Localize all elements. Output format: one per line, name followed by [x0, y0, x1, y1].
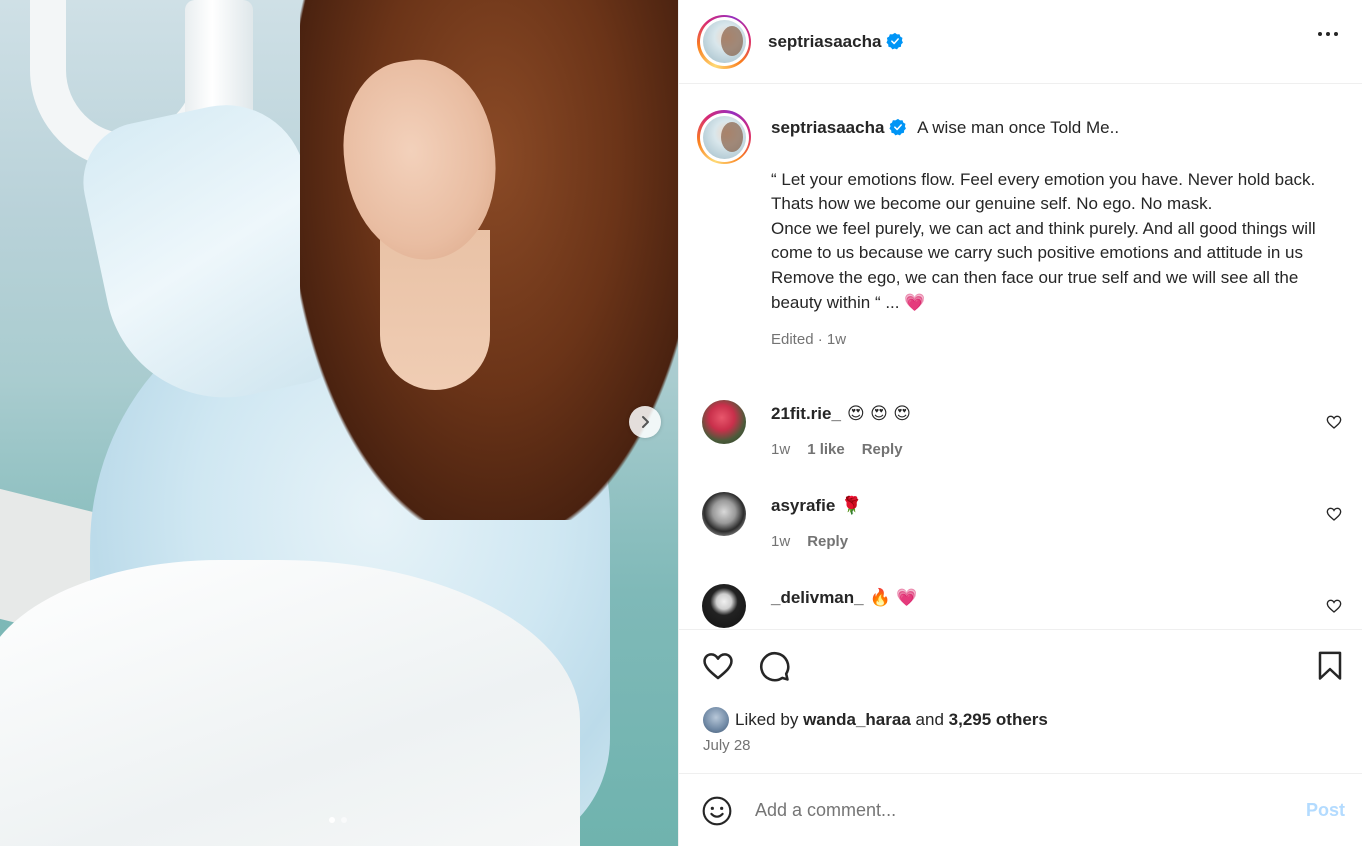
post-details-panel: septriasaacha septriasaacha A wise man o…	[678, 0, 1362, 846]
likes-others[interactable]: 3,295 others	[949, 710, 1048, 730]
comment-heart-icon[interactable]	[1326, 598, 1342, 614]
post-date: July 28	[703, 737, 751, 754]
post-comment-button[interactable]: Post	[1306, 800, 1345, 821]
likes-and: and	[915, 710, 944, 729]
comment-input[interactable]	[755, 800, 1275, 821]
comment-text: 🔥 💗	[869, 588, 918, 608]
comment-icon[interactable]	[757, 649, 791, 683]
caption-first-line: A wise man once Told Me..	[917, 118, 1120, 137]
comment-username[interactable]: asyrafie	[771, 496, 835, 515]
post-image[interactable]	[0, 0, 678, 846]
carousel-indicator	[329, 817, 347, 823]
comment-avatar[interactable]	[702, 400, 746, 444]
comment-heart-icon[interactable]	[1326, 506, 1342, 522]
chevron-right-icon	[642, 416, 649, 428]
comment-avatar[interactable]	[702, 492, 746, 536]
comment-text: 😍 😍 😍	[846, 404, 911, 424]
comment-likes-link[interactable]: 1 like	[807, 441, 845, 458]
verified-badge-icon	[886, 32, 904, 49]
heart-icon[interactable]	[701, 649, 735, 683]
comment-username[interactable]: _delivman_	[771, 588, 864, 607]
caption-meta: Edited · 1w	[771, 331, 847, 349]
emoji-smile-icon[interactable]	[701, 795, 733, 827]
caption-author-avatar[interactable]	[697, 110, 751, 164]
reply-button[interactable]: Reply	[807, 533, 848, 550]
add-comment-bar: Post	[679, 775, 1362, 846]
comment-heart-icon[interactable]	[1326, 414, 1342, 430]
verified-badge-icon	[889, 118, 907, 136]
comment-username[interactable]: 21fit.rie_	[771, 404, 841, 423]
carousel-next-button[interactable]	[629, 406, 661, 438]
carousel-dot-active	[329, 817, 335, 823]
liker-avatar	[703, 707, 729, 733]
post-actions: Liked by wanda_haraa and 3,295 others Ju…	[679, 629, 1362, 774]
author-username[interactable]: septriasaacha	[768, 32, 904, 52]
post-header: septriasaacha	[679, 0, 1362, 84]
comment-item: asyrafie 🌹 1w Reply	[702, 492, 1342, 550]
comment-text: 🌹	[841, 496, 863, 516]
comment-time: 1w	[771, 533, 791, 550]
carousel-dot	[341, 817, 347, 823]
caption-username[interactable]: septriasaacha	[771, 118, 884, 137]
comment-avatar[interactable]	[702, 584, 746, 628]
bookmark-icon[interactable]	[1315, 649, 1345, 683]
comment-time: 1w	[771, 441, 791, 458]
author-avatar[interactable]	[697, 14, 751, 69]
likes-prefix: Liked by	[735, 710, 799, 729]
liker-username[interactable]: wanda_haraa	[803, 710, 911, 730]
more-options-icon[interactable]	[1318, 32, 1338, 36]
comment-item: 21fit.rie_ 😍 😍 😍 1w 1 like Reply	[702, 400, 1342, 458]
caption-body: “ Let your emotions flow. Feel every emo…	[771, 169, 1316, 312]
comments-scroll-area[interactable]: septriasaacha A wise man once Told Me.. …	[679, 85, 1362, 629]
reply-button[interactable]: Reply	[862, 441, 903, 458]
likes-summary[interactable]: Liked by wanda_haraa and 3,295 others	[703, 707, 1048, 733]
comment-item: _delivman_ 🔥 💗	[702, 584, 1342, 629]
